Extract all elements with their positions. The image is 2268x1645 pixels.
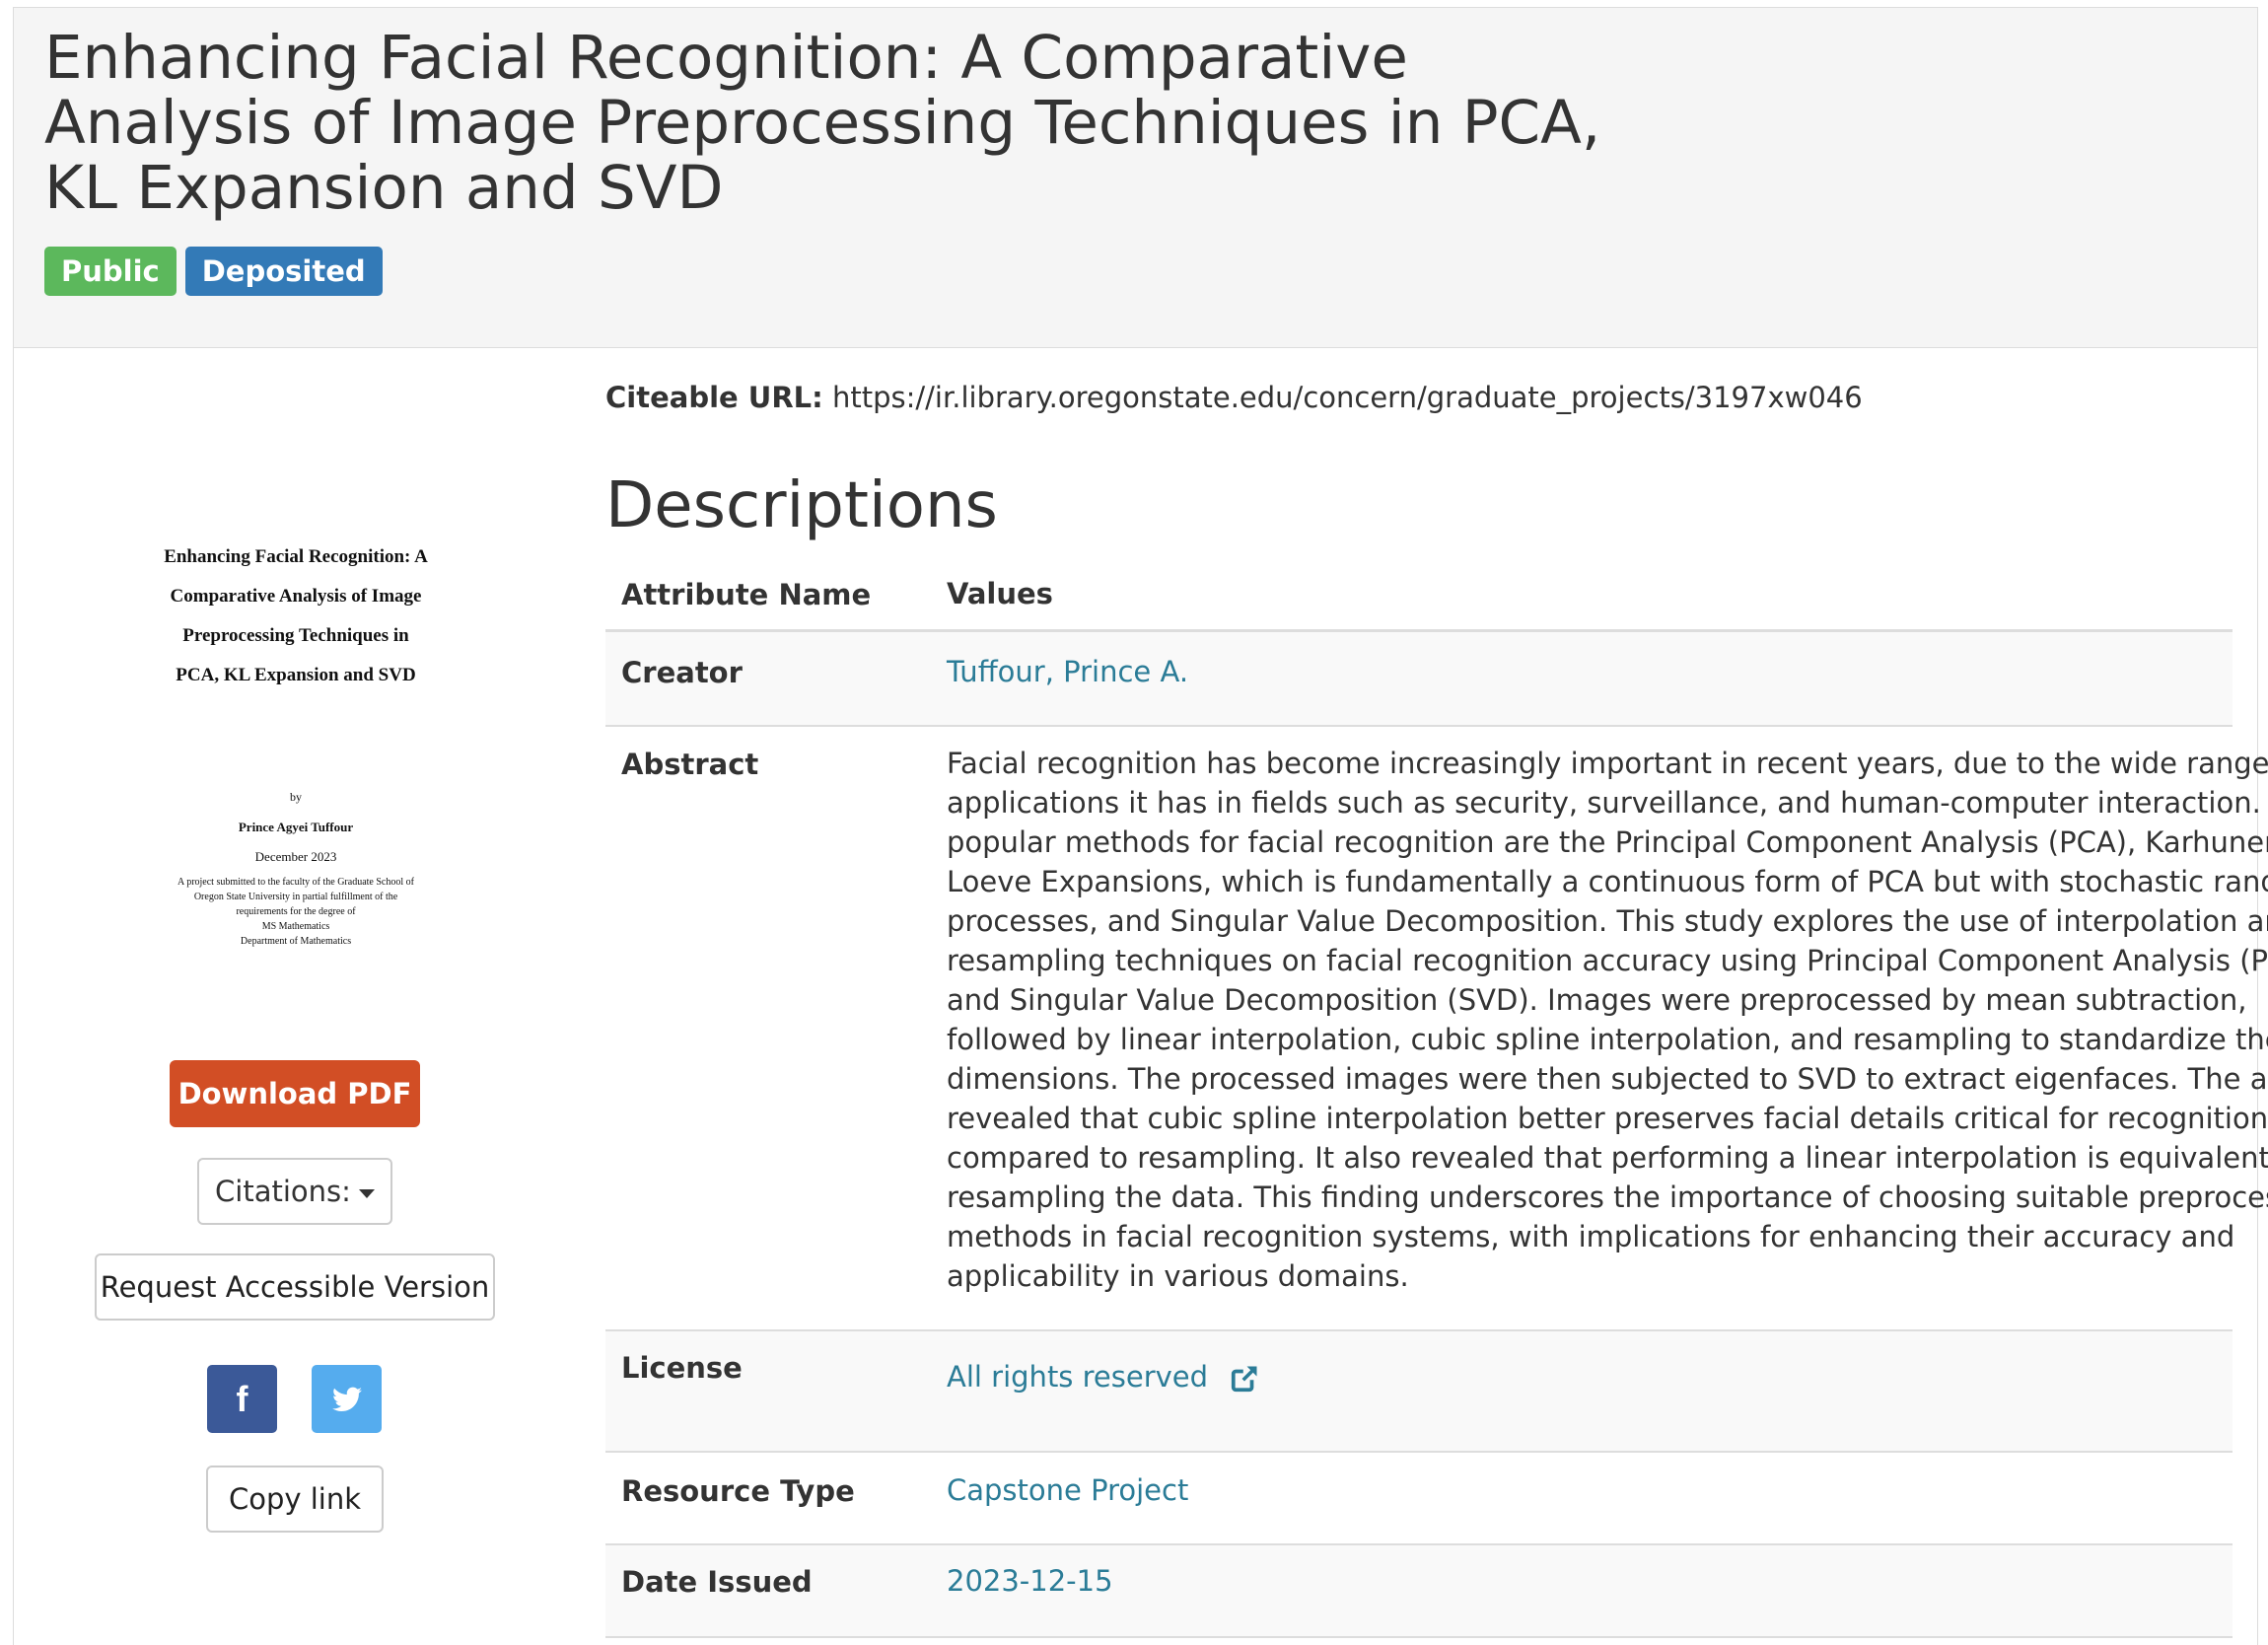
license-link[interactable]: All rights reserved: [947, 1360, 1208, 1394]
abstract-line: compared to resampling. It also revealed…: [947, 1141, 2268, 1175]
external-link-icon[interactable]: [1230, 1364, 1259, 1394]
work-header: Enhancing Facial Recognition: A Comparat…: [13, 7, 2258, 348]
descriptions-heading: Descriptions: [605, 469, 998, 542]
request-accessible-version-button[interactable]: Request Accessible Version: [95, 1253, 495, 1321]
page: Enhancing Facial Recognition: A Comparat…: [0, 0, 2268, 1645]
abstract-line: applications it has in fields such as se…: [947, 786, 2268, 820]
citations-dropdown[interactable]: Citations:: [197, 1158, 392, 1225]
thumbnail-title-line: PCA, KL Expansion and SVD: [176, 665, 416, 685]
abstract-line: dimensions. The processed images were th…: [947, 1062, 2268, 1096]
date-issued-value-cell: 2023-12-15: [947, 1561, 2209, 1601]
deposited-badge: Deposited: [184, 247, 383, 296]
abstract-value: Facial recognition has become increasing…: [947, 744, 2268, 1296]
abstract-line: popular methods for facial recognition a…: [947, 825, 2268, 859]
download-pdf-button[interactable]: Download PDF: [170, 1060, 420, 1127]
thumbnail-notes: A project submitted to the faculty of th…: [118, 875, 473, 949]
column-header-attribute: Attribute Name: [621, 578, 872, 611]
work-title-line: Enhancing Facial Recognition: A Comparat…: [44, 23, 1408, 93]
facebook-icon: f: [236, 1378, 248, 1419]
table-row-license: License All rights reserved: [605, 1329, 2233, 1451]
twitter-share-button[interactable]: [312, 1365, 382, 1433]
abstract-line: processes, and Singular Value Decomposit…: [947, 904, 2268, 938]
table-row-resource-type: Resource Type Capstone Project: [605, 1451, 2233, 1543]
abstract-line: methods in facial recognition systems, w…: [947, 1220, 2235, 1253]
creator-link[interactable]: Tuffour, Prince A.: [947, 655, 1188, 688]
date-issued-link[interactable]: 2023-12-15: [947, 1564, 1113, 1598]
table-header-row: Attribute Name Values: [605, 560, 2233, 632]
thumbnail-author: Prince Agyei Tuffour: [238, 820, 354, 834]
document-thumbnail[interactable]: Enhancing Facial Recognition: A Comparat…: [118, 537, 473, 966]
work-title-line: Analysis of Image Preprocessing Techniqu…: [44, 88, 1601, 158]
work-title: Enhancing Facial Recognition: A Comparat…: [44, 26, 1622, 221]
resource-type-label: Resource Type: [621, 1474, 855, 1508]
citeable-url-value: https://ir.library.oregonstate.edu/conce…: [831, 381, 1863, 414]
table-row-abstract: Abstract Facial recognition has become i…: [605, 725, 2268, 1329]
thumbnail-title-line: Enhancing Facial Recognition: A: [164, 546, 428, 567]
thumbnail-title: Enhancing Facial Recognition: A Comparat…: [118, 537, 473, 695]
thumbnail-note-line: requirements for the degree of: [236, 906, 356, 917]
abstract-line: Facial recognition has become increasing…: [947, 747, 2268, 780]
thumbnail-note-line: MS Mathematics: [261, 921, 330, 932]
resource-type-link[interactable]: Capstone Project: [947, 1473, 1188, 1507]
status-badges: Public Deposited: [44, 247, 383, 296]
abstract-line: resampling the data. This finding unders…: [947, 1180, 2268, 1214]
facebook-share-button[interactable]: f: [207, 1365, 277, 1433]
thumbnail-by: by: [290, 790, 302, 804]
abstract-line: applicability in various domains.: [947, 1259, 1409, 1293]
license-label: License: [621, 1351, 743, 1385]
twitter-icon: [331, 1387, 362, 1411]
abstract-line: followed by linear interpolation, cubic …: [947, 1023, 2268, 1056]
public-badge: Public: [44, 247, 177, 296]
abstract-line: and Singular Value Decomposition (SVD). …: [947, 983, 2247, 1017]
caret-down-icon: [358, 1188, 375, 1198]
table-row-creator: Creator Tuffour, Prince A.: [605, 632, 2233, 725]
thumbnail-note-line: Department of Mathematics: [240, 936, 352, 947]
citeable-url-label: Citeable URL:: [605, 381, 823, 414]
thumbnail-title-line: Comparative Analysis of Image: [170, 586, 422, 607]
creator-label: Creator: [621, 656, 743, 689]
citations-label: Citations:: [215, 1175, 351, 1208]
abstract-line: resampling techniques on facial recognit…: [947, 944, 2268, 977]
copy-link-button[interactable]: Copy link: [206, 1466, 384, 1533]
thumbnail-note-line: A project submitted to the faculty of th…: [177, 877, 414, 888]
citeable-url: Citeable URL: https://ir.library.oregons…: [605, 381, 1863, 414]
thumbnail-date: December 2023: [254, 849, 337, 864]
thumbnail-note-line: Oregon State University in partial fulfi…: [193, 892, 398, 902]
abstract-label: Abstract: [621, 748, 759, 781]
table-row-date-issued: Date Issued 2023-12-15: [605, 1543, 2233, 1638]
column-header-values: Values: [947, 577, 1053, 610]
creator-value-cell: Tuffour, Prince A.: [947, 652, 2209, 691]
date-issued-label: Date Issued: [621, 1565, 813, 1599]
work-title-line: KL Expansion and SVD: [44, 153, 724, 223]
license-value-cell: All rights reserved: [947, 1357, 2209, 1396]
resource-type-value-cell: Capstone Project: [947, 1470, 2209, 1510]
abstract-line: Loeve Expansions, which is fundamentally…: [947, 865, 2268, 898]
thumbnail-title-line: Preprocessing Techniques in: [182, 625, 409, 646]
abstract-line: revealed that cubic spline interpolation…: [947, 1102, 2268, 1135]
